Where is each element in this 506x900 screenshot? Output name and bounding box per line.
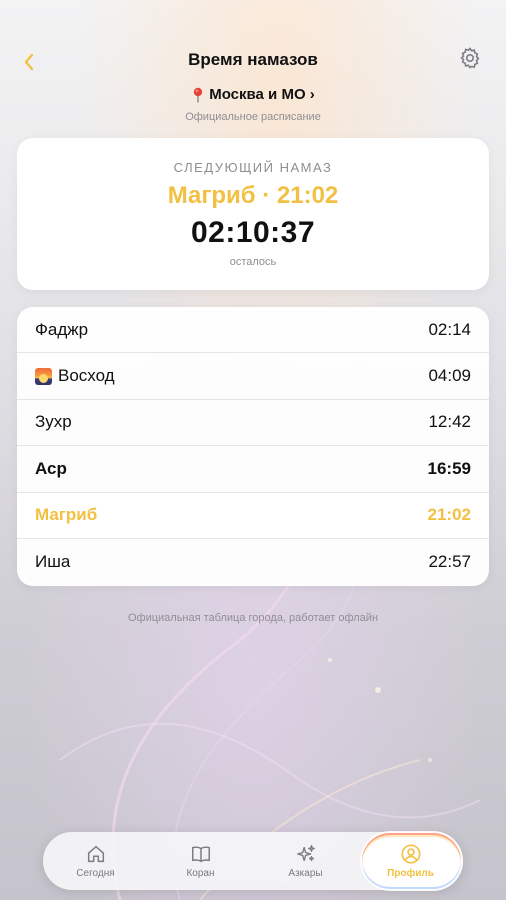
- schedule-subtitle: Официальное расписание: [185, 111, 321, 123]
- tab-azkars[interactable]: Азкары: [253, 832, 358, 890]
- prayer-row-dhuhr[interactable]: Зухр 12:42: [17, 400, 489, 447]
- city-selector[interactable]: Москва и МО ›: [0, 86, 506, 103]
- page-title: Время намазов: [188, 50, 318, 69]
- prayer-row-isha[interactable]: Иша 22:57: [17, 539, 489, 585]
- tab-profile[interactable]: Профиль: [358, 832, 463, 890]
- next-prayer-card: СЛЕДУЮЩИЙ НАМАЗ Магриб · 21:02 02:10:37 …: [17, 138, 489, 290]
- prayer-name-wrapper: Восход: [35, 366, 115, 386]
- countdown-timer: 02:10:37: [190, 216, 316, 249]
- prayer-row-asr[interactable]: Аср 16:59: [17, 446, 489, 493]
- sunrise-icon: [35, 367, 52, 385]
- settings-button[interactable]: [458, 46, 482, 70]
- prayer-time: 04:09: [428, 366, 471, 386]
- prayer-row-maghrib[interactable]: Магриб 21:02: [17, 492, 489, 539]
- header: Время намазов Москва и МО › Официальное …: [0, 0, 506, 130]
- prayer-name: Аср: [35, 458, 67, 478]
- prayer-time: 12:42: [428, 412, 471, 432]
- prayer-time: 16:59: [427, 458, 471, 478]
- footnote: Официальная таблица города, работает офл…: [127, 612, 379, 624]
- sparkles-icon: [296, 845, 315, 862]
- prayer-time: 21:02: [427, 505, 471, 525]
- tab-label: Сегодня: [76, 868, 115, 879]
- tab-label: Профиль: [387, 868, 434, 879]
- prayer-name: Магриб: [35, 505, 98, 525]
- prayer-row-fajr[interactable]: Фаджр 02:14: [17, 307, 489, 354]
- city-label: Москва и МО ›: [209, 86, 315, 103]
- prayer-times-list: Фаджр 02:14 Восход 04:09 Зухр 12:42 Аср …: [17, 307, 489, 586]
- prayer-row-sunrise[interactable]: Восход 04:09: [17, 353, 489, 400]
- tab-label: Коран: [186, 868, 215, 879]
- tab-today[interactable]: Сегодня: [43, 832, 148, 890]
- tab-quran[interactable]: Коран: [148, 832, 253, 890]
- remaining-label: осталось: [229, 256, 277, 268]
- home-icon: [87, 845, 104, 863]
- prayer-name: Восход: [58, 366, 115, 386]
- prayer-name: Иша: [35, 552, 71, 572]
- tab-label: Азкары: [288, 868, 323, 879]
- profile-icon: [400, 844, 421, 864]
- next-prayer-name-time: Магриб · 21:02: [167, 182, 339, 209]
- location-pin-icon: [194, 87, 203, 102]
- prayer-name: Фаджр: [35, 319, 89, 339]
- tab-bar: Сегодня Коран Азкары Профиль: [43, 832, 463, 890]
- next-prayer-label: СЛЕДУЮЩИЙ НАМАЗ: [173, 160, 333, 175]
- gear-icon: [460, 47, 480, 69]
- prayer-name: Зухр: [35, 412, 72, 432]
- prayer-time: 02:14: [428, 319, 471, 339]
- book-icon: [191, 846, 210, 863]
- prayer-time: 22:57: [428, 552, 471, 572]
